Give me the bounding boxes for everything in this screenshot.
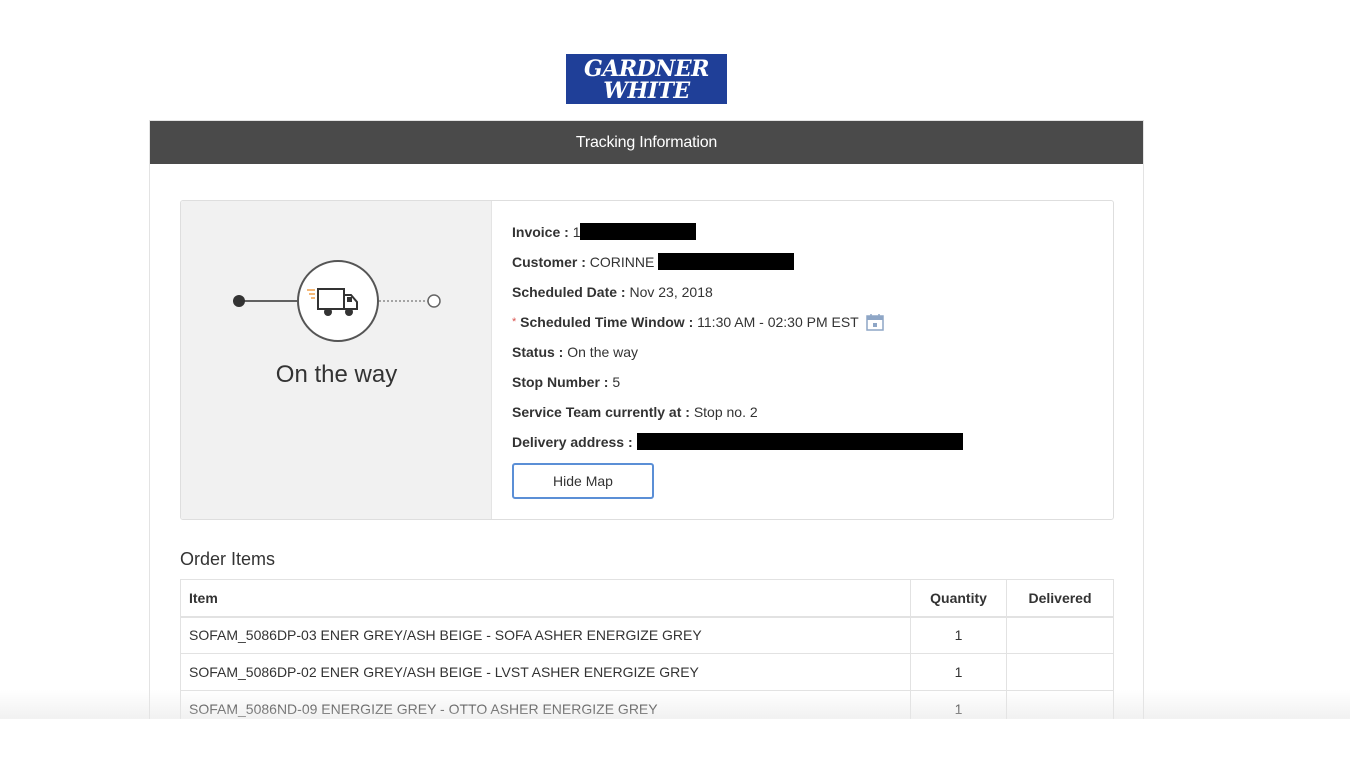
redaction-bar xyxy=(580,223,697,240)
hide-map-button[interactable]: Hide Map xyxy=(512,463,654,499)
logo-line-2: WHITE xyxy=(603,78,690,104)
invoice-value: 1 xyxy=(572,224,581,240)
column-header-quantity[interactable]: Quantity xyxy=(910,579,1008,618)
delivery-address-label: Delivery address : xyxy=(512,434,633,450)
status-value: On the way xyxy=(567,344,639,360)
delivery-address-row: Delivery address : xyxy=(512,431,963,461)
table-row: SOFAM_5086DP-02 ENER GREY/ASH BEIGE - LV… xyxy=(179,653,1114,691)
quantity-cell: 1 xyxy=(910,653,1008,691)
order-items-table: Item Quantity Delivered SOFAM_5086DP-03 … xyxy=(179,579,1114,728)
delivery-details: Invoice : 1 Customer : CORINNE Scheduled… xyxy=(512,221,963,461)
tracking-card: On the way Invoice : 1 Customer : CORINN… xyxy=(180,200,1114,520)
stop-number-row: Stop Number : 5 xyxy=(512,371,963,401)
invoice-label: Invoice : xyxy=(512,224,569,240)
time-window-row: * Scheduled Time Window : 11:30 AM - 02:… xyxy=(512,311,963,341)
stop-number-value: 5 xyxy=(612,374,621,390)
table-row: SOFAM_5086DP-03 ENER GREY/ASH BEIGE - SO… xyxy=(179,616,1114,654)
gardner-white-logo: GARDNER WHITE xyxy=(566,54,727,104)
calendar-icon[interactable] xyxy=(866,313,885,331)
time-window-value: 11:30 AM - 02:30 PM EST xyxy=(697,314,859,330)
item-cell: SOFAM_5086DP-02 ENER GREY/ASH BEIGE - LV… xyxy=(179,653,912,691)
service-team-label: Service Team currently at : xyxy=(512,404,690,420)
scheduled-date-label: Scheduled Date : xyxy=(512,284,626,300)
quantity-cell: 1 xyxy=(910,616,1008,654)
service-team-row: Service Team currently at : Stop no. 2 xyxy=(512,401,963,431)
time-window-label: Scheduled Time Window : xyxy=(520,314,694,330)
delivered-cell xyxy=(1006,616,1114,654)
status-title: On the way xyxy=(275,361,398,388)
table-header-row: Item Quantity Delivered xyxy=(179,579,1114,618)
customer-value: CORINNE xyxy=(589,254,655,270)
scheduled-date-row: Scheduled Date : Nov 23, 2018 xyxy=(512,281,963,311)
status-label: Status : xyxy=(512,344,564,360)
order-items-title: Order Items xyxy=(180,549,276,569)
tracking-header: Tracking Information xyxy=(150,121,1143,164)
status-pane: On the way xyxy=(181,201,492,519)
logo-line-1: GARDNER xyxy=(584,56,709,82)
redaction-bar xyxy=(658,253,795,270)
status-row: Status : On the way xyxy=(512,341,963,371)
redaction-bar xyxy=(636,433,963,450)
service-team-value: Stop no. 2 xyxy=(693,404,758,420)
invoice-row: Invoice : 1 xyxy=(512,221,963,251)
customer-row: Customer : CORINNE xyxy=(512,251,963,281)
column-header-item[interactable]: Item xyxy=(179,579,912,618)
delivery-progress-icon xyxy=(233,260,441,342)
bottom-cover xyxy=(0,719,1350,760)
customer-label: Customer : xyxy=(512,254,586,270)
scheduled-date-value: Nov 23, 2018 xyxy=(629,284,713,300)
end-dot-icon xyxy=(427,294,441,308)
delivered-cell xyxy=(1006,653,1114,691)
required-marker: * xyxy=(512,316,517,328)
item-cell: SOFAM_5086DP-03 ENER GREY/ASH BEIGE - SO… xyxy=(179,616,912,654)
column-header-delivered[interactable]: Delivered xyxy=(1006,579,1114,618)
stop-number-label: Stop Number : xyxy=(512,374,609,390)
tracking-panel: Tracking Information On the way Invoice … xyxy=(149,120,1144,728)
